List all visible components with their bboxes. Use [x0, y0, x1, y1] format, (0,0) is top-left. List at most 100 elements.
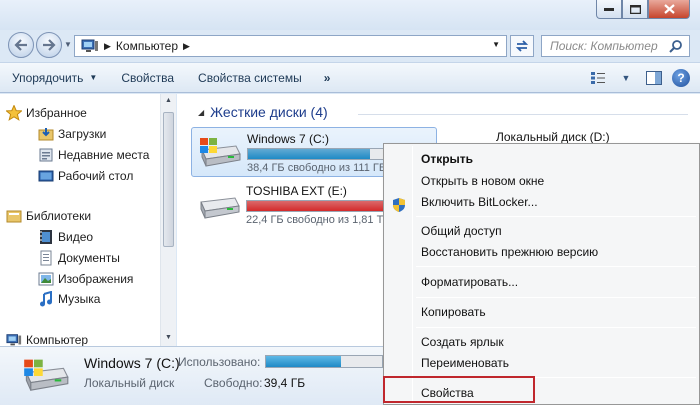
sidebar-item-label: Недавние места — [58, 148, 150, 162]
menu-item-open-new-window[interactable]: Открыть в новом окне — [421, 174, 544, 188]
menu-item-bitlocker[interactable]: Включить BitLocker... — [421, 195, 538, 209]
menu-separator — [416, 266, 696, 267]
shield-icon — [393, 198, 405, 212]
desktop-icon — [38, 170, 54, 182]
preview-pane-icon — [646, 71, 662, 85]
drive-usage-fill — [248, 149, 371, 159]
sidebar-libraries-label: Библиотеки — [26, 209, 92, 223]
navigation-scrollbar[interactable]: ▲ ▼ — [160, 94, 176, 346]
sidebar-favorites[interactable]: Избранное — [6, 105, 87, 121]
address-path[interactable]: Компьютер — [116, 39, 178, 53]
menu-separator — [416, 327, 696, 328]
sidebar-item-label: Документы — [58, 251, 120, 265]
details-drive-type: Локальный диск — [84, 376, 175, 390]
sidebar-computer-label: Компьютер — [26, 333, 89, 347]
menu-item-rename[interactable]: Переименовать — [421, 356, 509, 370]
minimize-icon — [604, 8, 614, 11]
details-free-value: 39,4 ГБ — [264, 376, 306, 390]
view-list-icon — [591, 72, 605, 84]
breadcrumb-separator: ▶ — [104, 40, 111, 51]
sidebar-item-downloads[interactable]: Загрузки — [38, 127, 107, 141]
system-drive-icon — [200, 138, 241, 167]
menu-separator — [416, 216, 696, 217]
arrow-right-icon — [43, 39, 56, 51]
downloads-folder-icon — [38, 128, 54, 141]
scrollbar-thumb[interactable] — [163, 112, 174, 247]
close-icon — [663, 4, 675, 14]
sidebar-item-pictures[interactable]: Изображения — [38, 272, 134, 286]
sidebar-libraries[interactable]: Библиотеки — [6, 209, 92, 223]
sidebar-item-label: Видео — [58, 230, 94, 244]
address-bar[interactable]: ▶ Компьютер ▶ ▼ — [74, 35, 507, 57]
arrow-left-icon — [14, 39, 27, 51]
drive-free-space: 22,4 ГБ свободно из 1,81 ТБ — [246, 214, 391, 226]
recent-places-icon — [39, 148, 53, 162]
caption-buttons — [596, 0, 690, 20]
properties-highlight-box — [383, 376, 535, 403]
details-usage-bar — [265, 355, 383, 368]
maximize-icon — [629, 4, 641, 14]
sidebar-item-recent-places[interactable]: Недавние места — [39, 148, 150, 162]
properties-button[interactable]: Свойства — [109, 63, 186, 92]
group-divider — [358, 114, 688, 115]
system-properties-button[interactable]: Свойства системы — [186, 63, 314, 92]
computer-icon — [6, 334, 22, 346]
properties-label: Свойства — [121, 70, 175, 85]
menu-item-create-shortcut[interactable]: Создать ярлык — [421, 335, 504, 349]
sidebar-item-label: Изображения — [58, 272, 134, 286]
sidebar-item-video[interactable]: Видео — [40, 230, 94, 244]
search-input[interactable]: Поиск: Компьютер — [541, 35, 690, 57]
more-commands-button[interactable]: » — [314, 71, 341, 85]
recent-pages-dropdown[interactable]: ▼ — [64, 40, 72, 49]
menu-item-restore[interactable]: Восстановить прежнюю версию — [421, 245, 598, 259]
view-options-button[interactable] — [588, 69, 608, 87]
back-button[interactable] — [8, 32, 34, 58]
refresh-button[interactable] — [510, 35, 534, 57]
explorer-window: ▼ ▶ Компьютер ▶ ▼ Поиск: Компьютер Упоря… — [0, 0, 700, 405]
group-header-hard-disks[interactable]: ◢ Жесткие диски (4) — [198, 104, 328, 120]
menu-item-open[interactable]: Открыть — [421, 152, 473, 166]
drive-name: Windows 7 (C:) — [247, 132, 330, 146]
scroll-down-arrow[interactable]: ▼ — [165, 334, 172, 341]
system-properties-label: Свойства системы — [198, 70, 302, 85]
documents-icon — [40, 250, 52, 266]
sidebar-item-label: Загрузки — [58, 127, 107, 141]
command-bar: Упорядочить ▼ Свойства Свойства системы … — [0, 62, 700, 93]
menu-gutter — [412, 146, 413, 404]
details-usage-fill — [266, 356, 342, 367]
menu-separator — [416, 297, 696, 298]
menu-item-copy[interactable]: Копировать — [421, 305, 486, 319]
context-menu: Открыть Открыть в новом окне Включить Bi… — [383, 143, 700, 405]
drive-d-label[interactable]: Локальный диск (D:) — [496, 130, 610, 144]
search-placeholder: Поиск: Компьютер — [550, 39, 658, 53]
preview-pane-button[interactable] — [644, 69, 664, 87]
title-bar — [0, 0, 700, 30]
close-button[interactable] — [648, 0, 690, 19]
organize-button[interactable]: Упорядочить ▼ — [0, 63, 109, 92]
minimize-button[interactable] — [596, 0, 622, 19]
star-icon — [6, 105, 22, 121]
chevron-down-icon: ▼ — [89, 73, 98, 82]
music-note-icon — [40, 291, 52, 307]
maximize-button[interactable] — [622, 0, 648, 19]
menu-item-format[interactable]: Форматировать... — [421, 275, 518, 289]
sidebar-item-desktop[interactable]: Рабочий стол — [38, 169, 134, 183]
breadcrumb-separator[interactable]: ▶ — [183, 41, 190, 52]
details-free-label: Свободно: — [204, 376, 263, 390]
scroll-up-arrow[interactable]: ▲ — [165, 97, 172, 104]
sidebar-computer[interactable]: Компьютер — [6, 333, 89, 347]
search-icon — [669, 40, 682, 53]
pictures-icon — [38, 272, 54, 286]
sidebar-item-music[interactable]: Музыка — [40, 291, 100, 307]
address-dropdown[interactable]: ▼ — [492, 40, 500, 49]
computer-icon — [81, 39, 98, 52]
sidebar-item-documents[interactable]: Документы — [40, 250, 120, 266]
system-drive-icon — [24, 359, 69, 391]
sidebar-item-label: Рабочий стол — [58, 169, 134, 183]
forward-button[interactable] — [36, 32, 62, 58]
help-button[interactable]: ? — [672, 69, 690, 87]
menu-item-share[interactable]: Общий доступ — [421, 224, 502, 238]
details-drive-name: Windows 7 (C:) — [84, 355, 180, 371]
drive-name: TOSHIBA EXT (E:) — [246, 184, 347, 198]
view-dropdown[interactable]: ▼ — [616, 69, 636, 87]
